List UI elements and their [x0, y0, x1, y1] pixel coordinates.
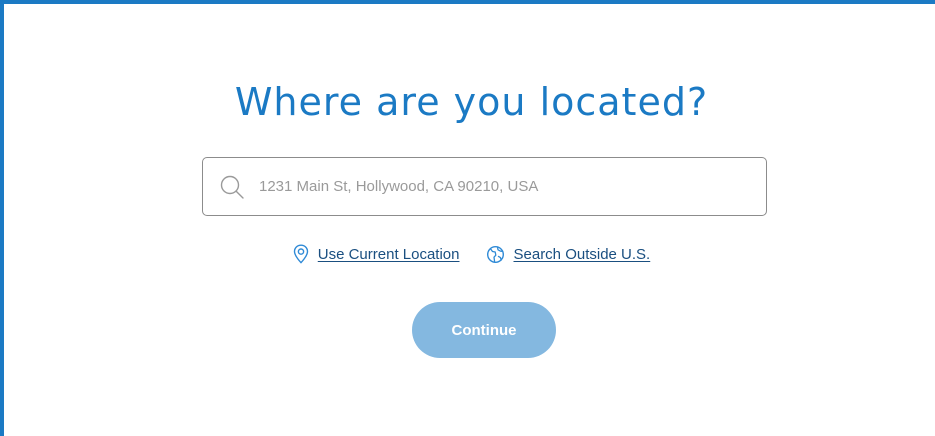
- search-outside-us-link[interactable]: Search Outside U.S.: [486, 245, 651, 264]
- use-current-location-link[interactable]: Use Current Location: [293, 244, 460, 264]
- search-icon: [219, 174, 245, 200]
- globe-icon: [486, 245, 505, 264]
- use-current-location-label: Use Current Location: [317, 245, 460, 263]
- location-options: Use Current Location Search Outside U.S.: [4, 242, 935, 266]
- search-outside-us-label: Search Outside U.S.: [513, 245, 651, 263]
- page-title: Where are you located?: [234, 80, 709, 124]
- page-frame: Where are you located? Use Current Locat…: [0, 0, 935, 436]
- address-search-input[interactable]: [259, 158, 739, 215]
- location-pin-icon: [293, 244, 309, 264]
- continue-button[interactable]: Continue: [412, 302, 556, 358]
- address-search-box[interactable]: [202, 157, 767, 216]
- location-pin-dot: [297, 248, 305, 255]
